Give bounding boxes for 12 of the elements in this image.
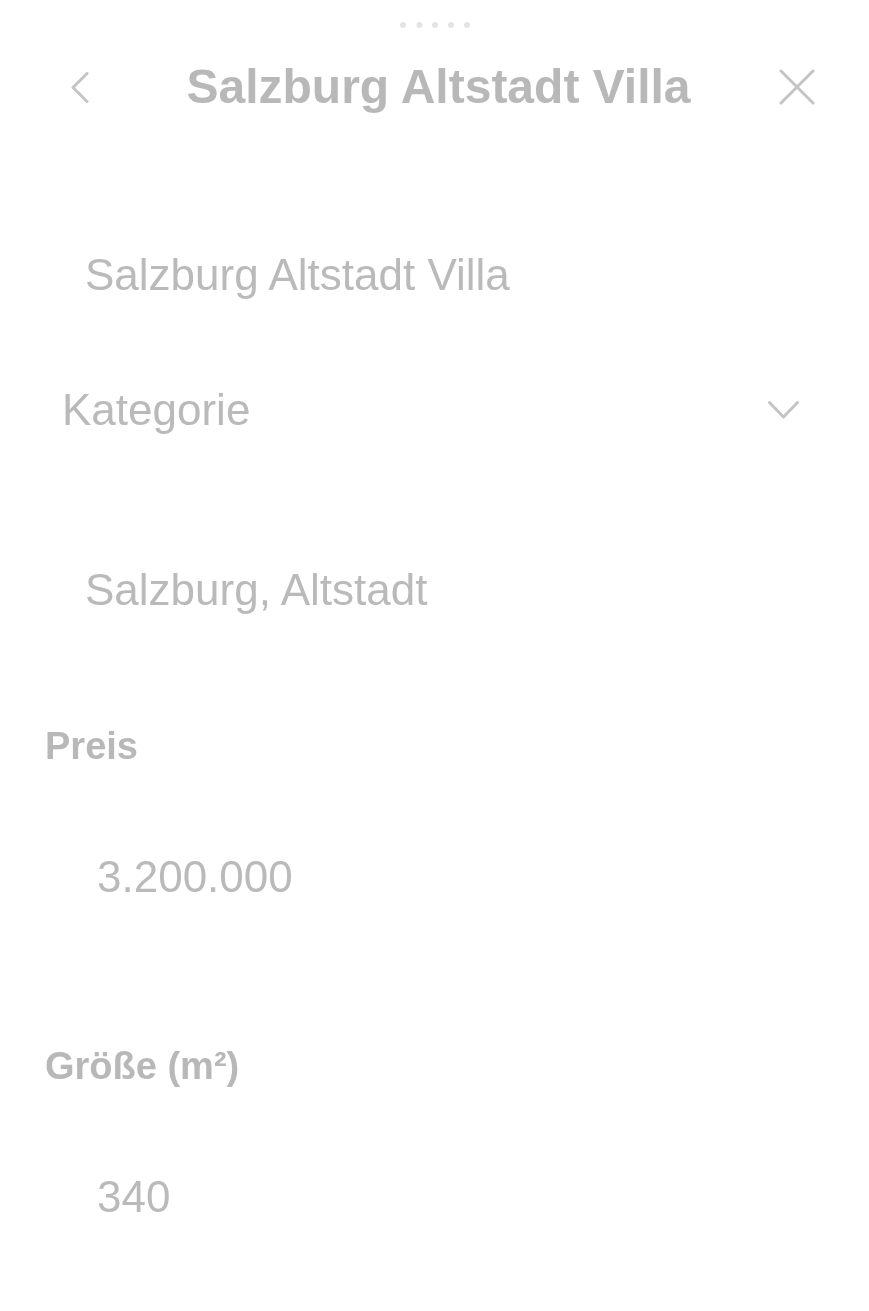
input-field[interactable]: 340 — [45, 1157, 745, 1237]
dots-icon — [399, 21, 470, 29]
input-field[interactable]: Salzburg Altstadt Villa — [45, 235, 745, 315]
window-title: Salzburg Altstadt Villa — [186, 59, 691, 115]
chevron-down-icon — [768, 401, 799, 419]
input-field[interactable]: 3.200.000 — [45, 837, 745, 917]
field-label: Preis — [45, 724, 138, 768]
input-field[interactable]: Salzburg, Altstadt — [45, 550, 745, 630]
chevron-left-icon — [71, 71, 89, 103]
category-select[interactable]: Kategorie — [45, 370, 824, 450]
close-icon — [779, 69, 815, 105]
field-label: Größe (m²) — [45, 1044, 240, 1088]
